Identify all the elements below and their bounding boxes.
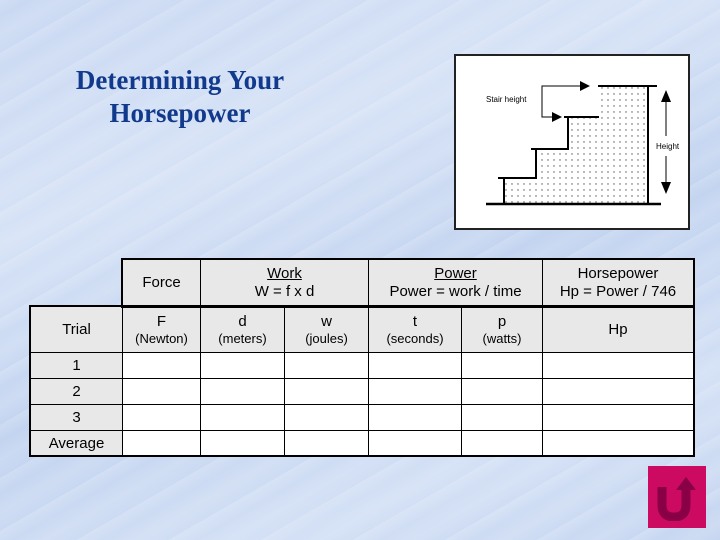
- table-cell[interactable]: [461, 430, 543, 457]
- header-force-text: Force: [142, 274, 181, 291]
- col-symbol: d: [238, 312, 247, 330]
- row-label-text: 1: [72, 356, 81, 374]
- row-label: 3: [30, 404, 123, 431]
- table-cell[interactable]: [122, 404, 201, 431]
- col-header-work: w (joules): [284, 306, 369, 353]
- table-cell[interactable]: [284, 404, 369, 431]
- col-symbol: Hp: [608, 320, 628, 338]
- stair-diagram: Stair height Height: [454, 54, 690, 230]
- header-power: Power Power = work / time: [368, 259, 543, 307]
- table-cell[interactable]: [200, 378, 285, 405]
- table-cell[interactable]: [542, 430, 695, 457]
- table-cell[interactable]: [200, 404, 285, 431]
- table-cell[interactable]: [368, 378, 462, 405]
- col-unit: (watts): [482, 330, 522, 346]
- table-cell[interactable]: [284, 430, 369, 457]
- row-label-text: 3: [72, 408, 81, 426]
- col-header-force: F (Newton): [122, 306, 201, 353]
- table-cell[interactable]: [368, 430, 462, 457]
- table-cell[interactable]: [122, 378, 201, 405]
- col-unit: (Newton): [135, 330, 188, 346]
- table-cell[interactable]: [200, 352, 285, 379]
- col-unit: (joules): [305, 330, 348, 346]
- stair-height-label: Stair height: [486, 95, 527, 104]
- title-line-1: Determining Your: [75, 65, 285, 95]
- col-symbol: p: [497, 312, 507, 330]
- table-cell[interactable]: [542, 404, 695, 431]
- col-symbol: F: [156, 312, 167, 330]
- col-symbol: t: [412, 312, 418, 330]
- col-symbol: w: [321, 312, 332, 330]
- header-horsepower: Horsepower Hp = Power / 746: [542, 259, 694, 307]
- table-cell[interactable]: [122, 430, 201, 457]
- table-cell[interactable]: [461, 352, 543, 379]
- table-cell[interactable]: [461, 378, 543, 405]
- height-arrow-up-head: [661, 90, 671, 102]
- table-cell[interactable]: [461, 404, 543, 431]
- arrow-lower-head: [552, 112, 562, 122]
- row-label: 1: [30, 352, 123, 379]
- table-cell[interactable]: [368, 352, 462, 379]
- stair-diagram-svg: Stair height Height: [486, 81, 680, 206]
- work-formula: W = f x d: [254, 283, 315, 300]
- col-symbol: Trial: [62, 320, 91, 338]
- table-cell[interactable]: [122, 352, 201, 379]
- col-header-time: t (seconds): [368, 306, 462, 353]
- table-cell[interactable]: [284, 352, 369, 379]
- header-force: Force: [122, 259, 201, 307]
- col-unit: (meters): [218, 330, 267, 346]
- u-turn-arrow-icon: [657, 477, 696, 521]
- stair-height-bracket: [541, 85, 581, 118]
- height-label: Height: [656, 142, 680, 151]
- work-title: Work: [267, 265, 302, 282]
- power-title: Power: [434, 265, 477, 282]
- col-header-power: p (watts): [461, 306, 543, 353]
- hp-title: Horsepower: [577, 265, 659, 282]
- row-label-text: 2: [72, 382, 81, 400]
- header-work: Work W = f x d: [200, 259, 369, 307]
- row-label-text: Average: [48, 434, 105, 452]
- height-arrow-down-head: [661, 182, 671, 194]
- power-formula: Power = work / time: [389, 283, 522, 300]
- table-cell[interactable]: [542, 352, 695, 379]
- table-cell[interactable]: [284, 378, 369, 405]
- row-label: 2: [30, 378, 123, 405]
- table-cell[interactable]: [542, 378, 695, 405]
- col-header-distance: d (meters): [200, 306, 285, 353]
- col-header-hp: Hp: [542, 306, 694, 353]
- hp-formula: Hp = Power / 746: [559, 283, 677, 300]
- row-label: Average: [30, 430, 123, 457]
- back-button[interactable]: [648, 466, 706, 528]
- table-cell[interactable]: [200, 430, 285, 457]
- arrow-upper-head: [580, 81, 590, 91]
- col-unit: (seconds): [386, 330, 444, 346]
- title-line-2: Horsepower: [109, 98, 251, 128]
- slide-title: Determining Your Horsepower: [40, 64, 320, 130]
- col-header-trial: Trial: [30, 306, 123, 353]
- table-cell[interactable]: [368, 404, 462, 431]
